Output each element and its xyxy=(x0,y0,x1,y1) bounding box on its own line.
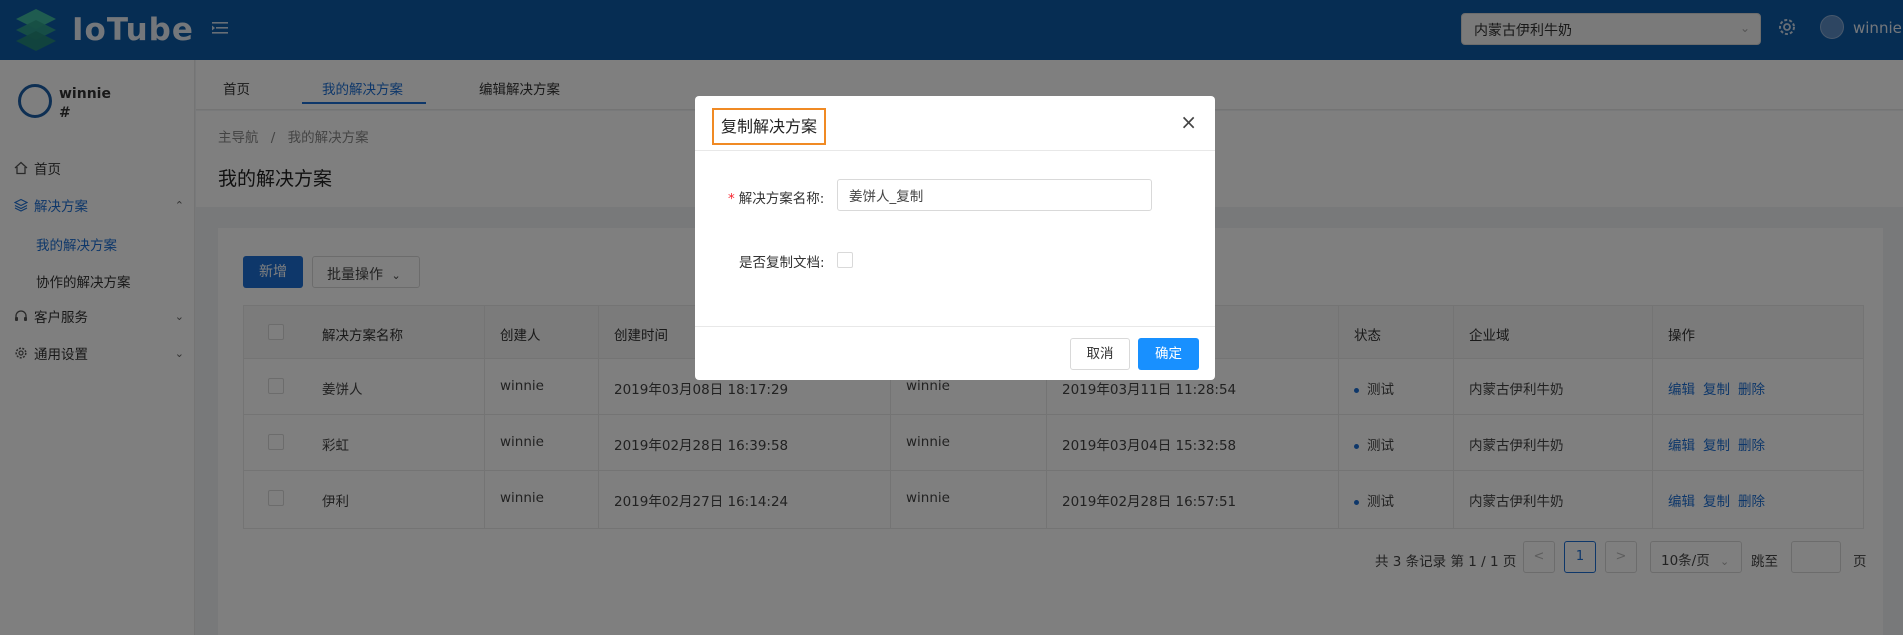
cancel-button[interactable]: 取消 xyxy=(1070,338,1130,370)
confirm-button[interactable]: 确定 xyxy=(1138,338,1199,370)
dialog-footer: 取消 确定 xyxy=(695,326,1215,380)
solution-name-input[interactable] xyxy=(837,179,1152,211)
copy-solution-dialog: 复制解决方案 × *解决方案名称: 是否复制文档: 取消 确定 xyxy=(695,96,1215,380)
required-marker: * xyxy=(728,191,735,207)
dialog-header: 复制解决方案 × xyxy=(695,96,1215,151)
solution-name-label: * 解决方案名称: xyxy=(728,187,824,207)
copy-docs-checkbox[interactable] xyxy=(837,252,853,268)
solution-name-label-text: 解决方案名称: xyxy=(738,191,825,207)
close-icon[interactable]: × xyxy=(1180,112,1197,132)
dialog-title: 复制解决方案 xyxy=(712,108,827,145)
copy-docs-label: 是否复制文档: xyxy=(739,255,825,271)
